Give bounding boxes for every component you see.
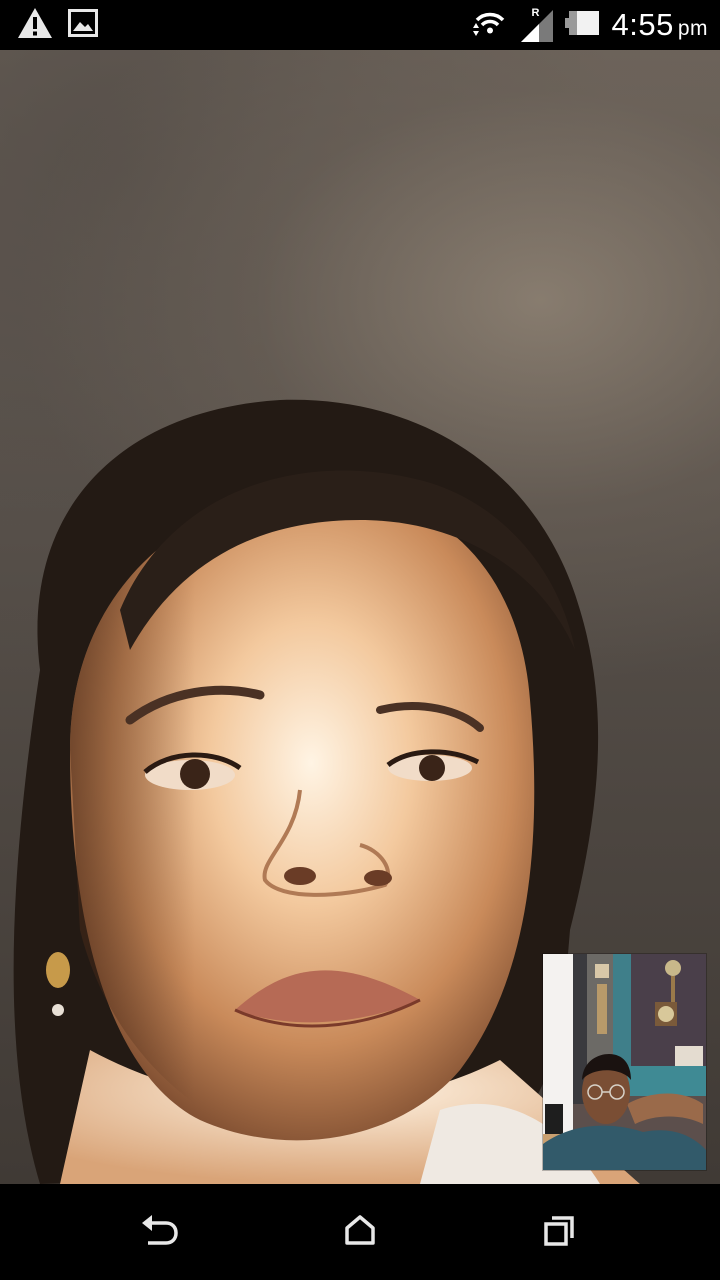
clock-time: 4:55 — [611, 7, 674, 42]
status-bar: R 4:55 pm — [0, 0, 720, 50]
cell-signal-icon: R — [519, 6, 555, 44]
image-icon — [68, 8, 98, 42]
local-camera-image — [543, 954, 706, 1170]
wifi-data-icon — [471, 8, 509, 43]
navigation-bar — [0, 1184, 720, 1280]
clock-suffix: pm — [677, 17, 708, 40]
home-button[interactable] — [330, 1208, 390, 1256]
battery-icon — [565, 9, 601, 42]
recents-button[interactable] — [530, 1208, 590, 1256]
recents-icon — [543, 1213, 577, 1252]
status-clock: 4:55 pm — [611, 7, 708, 43]
self-view-preview[interactable] — [543, 954, 706, 1170]
warning-icon — [16, 6, 54, 45]
system-indicators: R 4:55 pm — [471, 0, 708, 50]
home-icon — [344, 1214, 376, 1251]
notification-icons — [16, 6, 98, 45]
back-icon — [140, 1213, 180, 1252]
back-button[interactable] — [130, 1208, 190, 1256]
roaming-indicator: R — [531, 7, 540, 19]
video-call-screen: R 4:55 pm — [0, 0, 720, 1280]
